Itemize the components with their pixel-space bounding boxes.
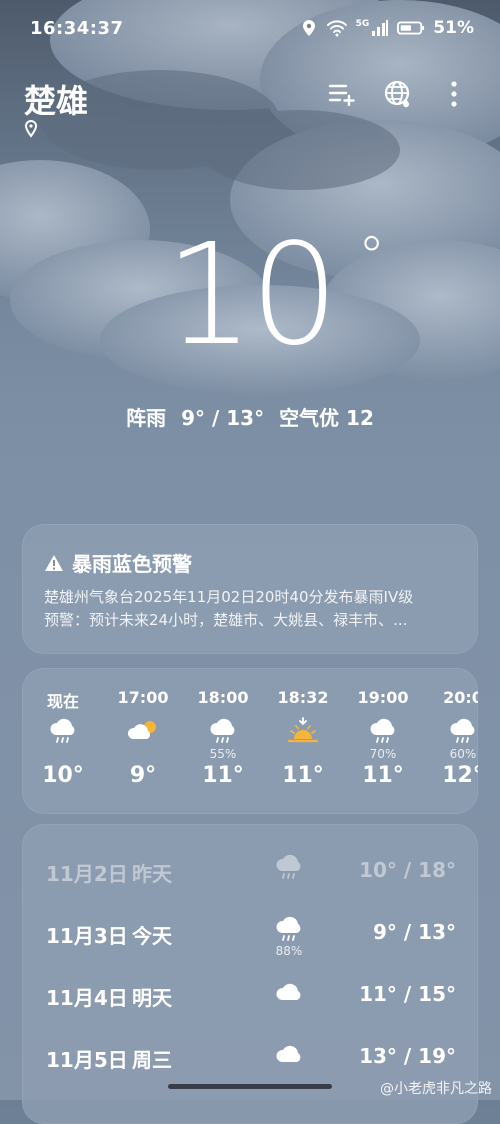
day-range: 9° / 13°	[373, 920, 456, 944]
cloud-icon	[268, 1038, 310, 1068]
day-range: 10° / 18°	[359, 858, 456, 882]
signal-icon	[372, 20, 389, 36]
hour-time: 18:32	[277, 688, 329, 707]
day-date: 11月5日	[46, 1048, 128, 1072]
network-type: 5G	[355, 19, 370, 29]
daily-row-today[interactable]: 11月3日 今天 88% 9° / 13°	[46, 914, 456, 968]
rain-cloud-icon	[268, 914, 310, 944]
daily-row-tomorrow[interactable]: 11月4日 明天 11° / 15°	[46, 976, 456, 1030]
hour-time: 17:00	[117, 688, 169, 707]
watermark: @小老虎非凡之路	[380, 1081, 492, 1097]
temperature-value: 10	[164, 214, 339, 377]
hourly-item[interactable]: 17:00 9°	[108, 688, 178, 788]
hour-temp: 11°	[202, 763, 244, 788]
weather-summary: 阵雨 9° / 13° 空气优 12	[0, 402, 500, 431]
hourly-item[interactable]: 现在 10°	[28, 688, 98, 788]
hour-precip	[108, 747, 178, 761]
sunset-icon	[268, 716, 338, 746]
day-label: 昨天	[132, 862, 172, 886]
day-precip: 88%	[275, 944, 303, 958]
day-label: 今天	[132, 924, 172, 948]
globe-icon	[384, 80, 410, 108]
day-range: 11° / 15°	[359, 982, 456, 1006]
rain-cloud-icon	[428, 716, 478, 746]
warning-icon	[45, 554, 63, 571]
add-city-button[interactable]	[324, 76, 360, 112]
hour-temp: 12°	[442, 763, 478, 788]
hourly-item[interactable]: 18:32 11°	[268, 688, 338, 788]
hour-temp: 11°	[282, 763, 324, 788]
rain-cloud-icon	[348, 716, 418, 746]
daily-row-yesterday[interactable]: 11月2日 昨天 10° / 18°	[46, 852, 456, 906]
hourly-item[interactable]: 19:00 70% 11°	[348, 688, 418, 788]
partly-cloudy-icon	[108, 716, 178, 746]
temp-range: 9° / 13°	[181, 406, 265, 430]
hour-precip: 60%	[449, 747, 477, 761]
more-vertical-icon	[451, 81, 457, 107]
air-quality[interactable]: 空气优 12	[279, 406, 374, 430]
day-label: 周三	[132, 1048, 172, 1072]
hour-temp: 9°	[129, 763, 157, 788]
hourly-item[interactable]: 18:00 55% 11°	[188, 688, 258, 788]
location-status-icon	[302, 20, 315, 36]
hour-precip	[28, 747, 98, 761]
rain-cloud-icon	[268, 852, 310, 882]
location-pin-icon	[24, 120, 38, 138]
home-indicator[interactable]	[168, 1084, 332, 1089]
status-bar: 16:34:37 5G 51%	[0, 0, 500, 60]
day-date: 11月4日	[46, 986, 128, 1010]
hourly-item[interactable]: 20:0 60% 12°	[428, 688, 478, 788]
degree-symbol: °	[358, 225, 385, 288]
alert-title: 暴雨蓝色预警	[72, 552, 192, 576]
hour-temp: 10°	[42, 763, 84, 788]
hour-time: 20:0	[443, 688, 478, 707]
rain-cloud-icon	[188, 716, 258, 746]
globe-button[interactable]	[380, 76, 416, 112]
condition-text: 阵雨	[126, 406, 167, 430]
hour-time: 18:00	[197, 688, 249, 707]
hour-precip: 55%	[209, 747, 237, 761]
hour-temp: 11°	[362, 763, 404, 788]
add-city-icon	[328, 84, 355, 106]
current-temperature: 10 °	[165, 226, 385, 366]
status-time: 16:34:37	[30, 18, 124, 39]
battery-icon	[397, 21, 425, 35]
day-date: 11月2日	[46, 862, 128, 886]
hourly-forecast-card[interactable]: 现在 10° 17:00 9° 18:00 55% 11° 18:32 11° …	[22, 668, 478, 814]
battery-percent: 51%	[433, 18, 474, 38]
cloud-icon	[268, 976, 310, 1006]
day-range: 13° / 19°	[359, 1044, 456, 1068]
weather-alert-card[interactable]: 暴雨蓝色预警 楚雄州气象台2025年11月02日20时40分发布暴雨IV级 预警…	[22, 524, 478, 654]
hour-precip	[268, 747, 338, 761]
rain-cloud-icon	[28, 716, 98, 746]
day-date: 11月3日	[46, 924, 128, 948]
more-menu-button[interactable]	[436, 76, 472, 112]
hour-time: 19:00	[357, 688, 409, 707]
hour-precip: 70%	[369, 747, 397, 761]
wifi-icon	[326, 20, 347, 37]
day-label: 明天	[132, 986, 172, 1010]
alert-line-1: 楚雄州气象台2025年11月02日20时40分发布暴雨IV级	[44, 588, 414, 606]
current-temperature-block: 10 °	[0, 226, 500, 366]
alert-line-2: 预警：预计未来24小时，楚雄市、大姚县、禄丰市、...	[44, 611, 408, 629]
hour-time: 现在	[46, 692, 79, 711]
city-name[interactable]: 楚雄	[24, 76, 88, 122]
